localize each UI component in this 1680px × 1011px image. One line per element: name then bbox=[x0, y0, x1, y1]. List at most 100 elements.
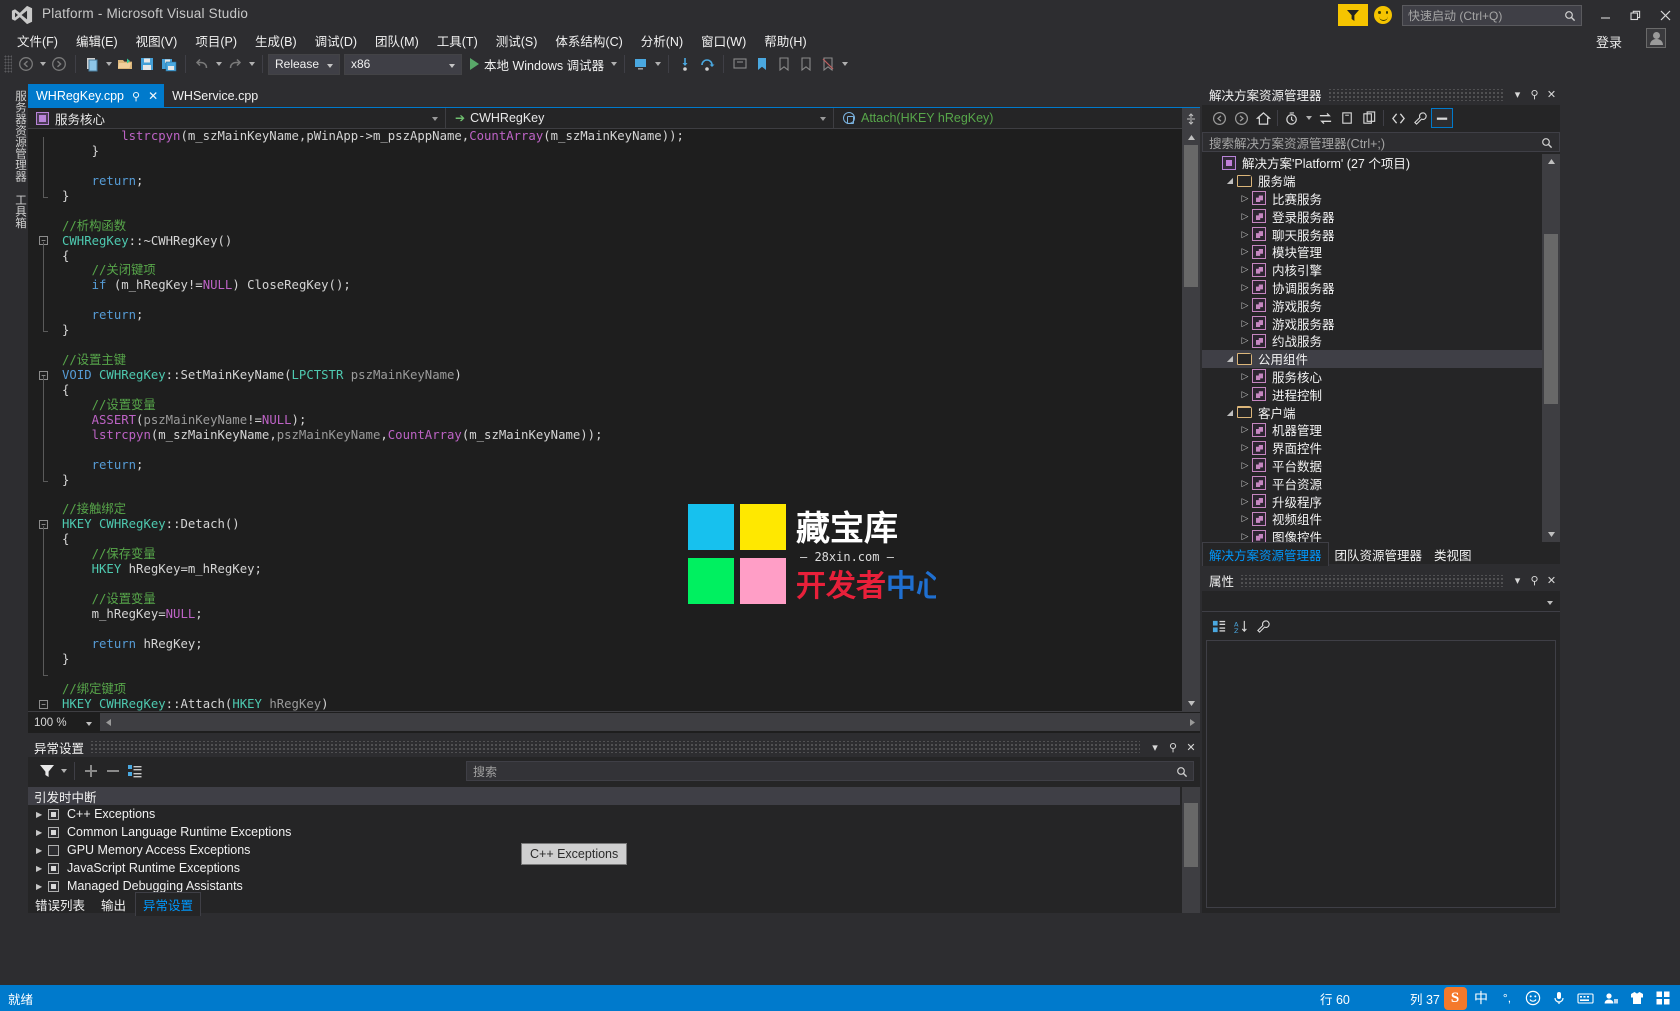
undo-dropdown-icon[interactable] bbox=[213, 53, 224, 75]
scroll-up-icon[interactable] bbox=[1182, 129, 1200, 145]
user-dictionary-icon[interactable] bbox=[1598, 985, 1624, 1011]
toggle-bookmark-icon[interactable] bbox=[751, 53, 773, 75]
menu-file[interactable]: 文件(F) bbox=[8, 29, 67, 52]
emoji-icon[interactable] bbox=[1520, 985, 1546, 1011]
close-icon[interactable]: ✕ bbox=[1543, 572, 1560, 590]
filter-dropdown-icon[interactable] bbox=[58, 760, 69, 782]
undo-icon[interactable] bbox=[191, 53, 213, 75]
solution-tree-item[interactable]: 视频组件 bbox=[1202, 510, 1542, 528]
close-icon[interactable]: ✕ bbox=[1543, 86, 1560, 104]
soft-keyboard-icon[interactable] bbox=[1572, 985, 1598, 1011]
expand-arrow-icon[interactable] bbox=[1238, 531, 1252, 542]
solution-tree-item[interactable]: 平台资源 bbox=[1202, 474, 1542, 492]
filter-icon[interactable] bbox=[36, 760, 58, 782]
step-into-icon[interactable] bbox=[674, 53, 696, 75]
attach-dropdown-icon[interactable] bbox=[652, 53, 663, 75]
exception-search-input[interactable]: 搜索 bbox=[466, 761, 1194, 781]
pending-changes-dropdown-icon[interactable] bbox=[1303, 107, 1314, 129]
expand-icon[interactable]: ▶ bbox=[36, 828, 48, 837]
tab-team-explorer[interactable]: 团队资源管理器 bbox=[1329, 543, 1429, 566]
expand-arrow-icon[interactable] bbox=[1238, 193, 1252, 204]
pin-icon[interactable]: ⚲ bbox=[1526, 572, 1543, 590]
expand-arrow-icon[interactable] bbox=[1238, 424, 1252, 435]
back-icon[interactable] bbox=[1208, 108, 1230, 128]
solution-tree-item[interactable]: 协调服务器 bbox=[1202, 279, 1542, 297]
menu-tools[interactable]: 工具(T) bbox=[428, 29, 487, 52]
tab-error-list[interactable]: 错误列表 bbox=[28, 893, 92, 916]
solution-tree-item[interactable]: 游戏服务器 bbox=[1202, 314, 1542, 332]
toolbar-overflow-icon[interactable] bbox=[839, 53, 850, 75]
scroll-left-icon[interactable] bbox=[100, 713, 116, 731]
navigate-backward-dropdown-icon[interactable] bbox=[37, 53, 48, 75]
tab-exception-settings[interactable]: 异常设置 bbox=[135, 892, 202, 916]
solution-configuration-combo[interactable]: Release bbox=[268, 53, 340, 75]
nav-member-combo[interactable]: Attach(HKEY hRegKey) bbox=[834, 108, 1194, 129]
exception-row[interactable]: ▶ Common Language Runtime Exceptions bbox=[28, 823, 1180, 841]
save-all-icon[interactable] bbox=[158, 53, 180, 75]
editor-tab-whregkey[interactable]: WHRegKey.cpp ⚲ ✕ bbox=[28, 84, 165, 108]
sync-with-active-document-icon[interactable] bbox=[1314, 108, 1336, 128]
feedback-smiley-icon[interactable] bbox=[1374, 6, 1392, 24]
solution-tree-item[interactable]: 升级程序 bbox=[1202, 492, 1542, 510]
editor-vertical-scrollbar[interactable] bbox=[1182, 129, 1200, 711]
tab-solution-explorer[interactable]: 解决方案资源管理器 bbox=[1202, 542, 1329, 566]
solution-tree-item[interactable]: 聊天服务器 bbox=[1202, 225, 1542, 243]
menu-team[interactable]: 团队(M) bbox=[366, 29, 428, 52]
debug-target-dropdown-icon[interactable] bbox=[608, 53, 619, 75]
solution-tree-item[interactable]: 机器管理 bbox=[1202, 421, 1542, 439]
exception-row[interactable]: ▶ C++ Exceptions bbox=[28, 805, 1180, 823]
solution-tree-item[interactable]: 客户端 bbox=[1202, 403, 1542, 421]
nav-project-combo[interactable]: 服务核心 bbox=[28, 107, 446, 129]
menu-view[interactable]: 视图(V) bbox=[127, 29, 187, 52]
tab-class-view[interactable]: 类视图 bbox=[1428, 543, 1478, 566]
pin-icon[interactable]: ⚲ bbox=[132, 90, 140, 103]
clear-bookmarks-icon[interactable] bbox=[817, 53, 839, 75]
panel-menu-icon[interactable]: ▾ bbox=[1509, 86, 1526, 104]
exception-checkbox[interactable] bbox=[48, 862, 59, 874]
alphabetical-sort-icon[interactable]: AZ bbox=[1230, 616, 1252, 636]
close-icon[interactable]: ✕ bbox=[148, 89, 158, 103]
properties-object-combo[interactable] bbox=[1202, 592, 1560, 612]
server-explorer-tab[interactable]: 服务器资源管理器 bbox=[0, 84, 28, 188]
refresh-icon[interactable] bbox=[1336, 108, 1358, 128]
properties-grid[interactable] bbox=[1206, 640, 1556, 908]
solution-tree-item[interactable]: 服务核心 bbox=[1202, 368, 1542, 386]
expand-arrow-icon[interactable] bbox=[1238, 478, 1252, 489]
previous-bookmark-icon[interactable] bbox=[773, 53, 795, 75]
new-project-dropdown-icon[interactable] bbox=[103, 53, 114, 75]
collapse-arrow-icon[interactable] bbox=[1223, 354, 1237, 363]
scroll-right-icon[interactable] bbox=[1184, 713, 1200, 731]
step-out-icon[interactable] bbox=[729, 53, 751, 75]
solution-tree-item[interactable]: 登录服务器 bbox=[1202, 207, 1542, 225]
menu-test[interactable]: 测试(S) bbox=[487, 29, 547, 52]
forward-icon[interactable] bbox=[1230, 108, 1252, 128]
property-pages-icon[interactable] bbox=[1252, 616, 1274, 636]
solution-tree-item[interactable]: 游戏服务 bbox=[1202, 296, 1542, 314]
solution-tree-item[interactable]: 公用组件 bbox=[1202, 349, 1542, 368]
new-project-icon[interactable] bbox=[81, 53, 103, 75]
solution-tree-item[interactable]: 解决方案'Platform' (27 个项目) bbox=[1202, 154, 1542, 172]
sogou-ime-icon[interactable]: S bbox=[1442, 985, 1468, 1011]
scrollbar-thumb[interactable] bbox=[1184, 145, 1198, 287]
expand-icon[interactable]: ▶ bbox=[36, 864, 48, 873]
toolbar-grip[interactable] bbox=[4, 55, 12, 73]
solution-tree-item[interactable]: 界面控件 bbox=[1202, 439, 1542, 457]
restore-defaults-icon[interactable] bbox=[124, 760, 146, 782]
add-exception-icon[interactable] bbox=[80, 760, 102, 782]
zoom-level-combo[interactable]: 100 % bbox=[34, 714, 96, 732]
editor-horizontal-scrollbar[interactable] bbox=[100, 713, 1200, 731]
expand-icon[interactable]: ▶ bbox=[36, 810, 48, 819]
menu-build[interactable]: 生成(B) bbox=[246, 29, 306, 52]
split-editor-handle[interactable] bbox=[1182, 108, 1200, 129]
scrollbar-thumb[interactable] bbox=[1544, 234, 1558, 404]
panel-menu-icon[interactable]: ▾ bbox=[1146, 738, 1164, 756]
solution-tree-item[interactable]: 内核引擎 bbox=[1202, 261, 1542, 279]
scroll-down-icon[interactable] bbox=[1542, 527, 1560, 542]
save-icon[interactable] bbox=[136, 53, 158, 75]
solution-platform-combo[interactable]: x86 bbox=[344, 53, 462, 75]
menu-edit[interactable]: 编辑(E) bbox=[67, 29, 127, 52]
ime-mode-icon[interactable]: 中 bbox=[1468, 985, 1494, 1011]
next-bookmark-icon[interactable] bbox=[795, 53, 817, 75]
menu-architecture[interactable]: 体系结构(C) bbox=[546, 29, 631, 52]
panel-menu-icon[interactable]: ▾ bbox=[1509, 572, 1526, 590]
